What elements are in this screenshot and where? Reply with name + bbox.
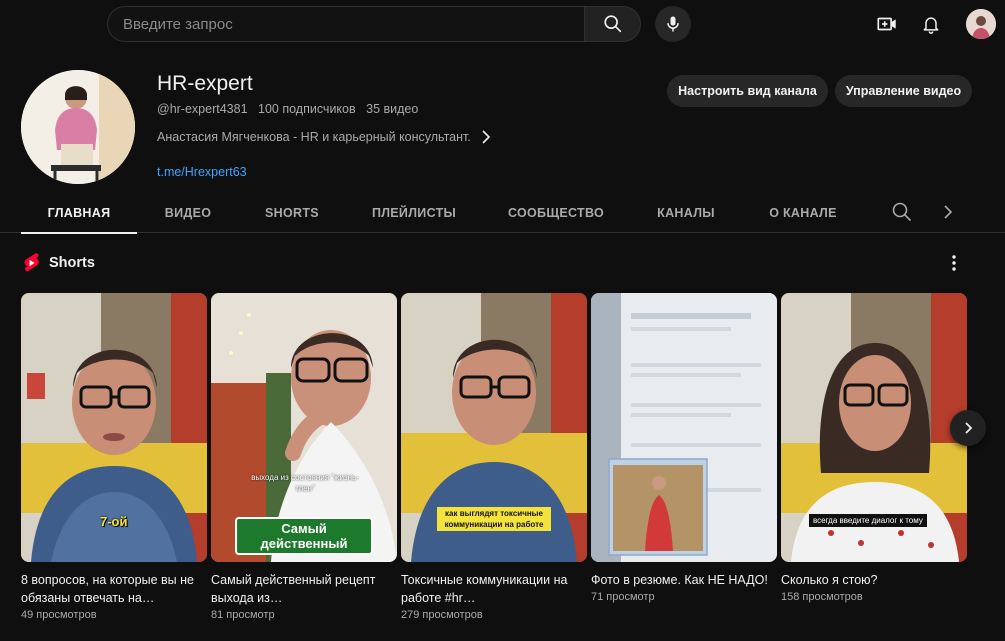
short-thumbnail[interactable]: как выглядят токсичные коммуникации на р…: [401, 293, 587, 562]
channel-search-button[interactable]: [890, 200, 914, 224]
chevron-right-icon: [965, 422, 973, 434]
short-title[interactable]: Сколько я стою?: [781, 571, 963, 589]
short-views: 71 просмотр: [591, 591, 655, 603]
tab-videos[interactable]: ВИДЕО: [150, 193, 226, 233]
tab-community[interactable]: СООБЩЕСТВО: [497, 193, 615, 233]
short-title[interactable]: Самый действенный рецепт выхода из…: [211, 571, 393, 607]
tabs-scroll-right-button[interactable]: [938, 201, 958, 223]
short-views: 49 просмотров: [21, 609, 97, 621]
tab-playlists[interactable]: ПЛЕЙЛИСТЫ: [360, 193, 468, 233]
shorts-logo-icon: [24, 253, 39, 272]
short-card[interactable]: выхода из состояния "жизнь-тлен" Самый д…: [211, 293, 397, 621]
shorts-section-header: Shorts: [22, 252, 95, 274]
tab-shorts[interactable]: SHORTS: [252, 193, 332, 233]
short-overlay-caption: Самый действенный: [235, 517, 373, 555]
search-button[interactable]: [584, 6, 641, 42]
create-icon: [877, 17, 896, 31]
notifications-button[interactable]: [915, 8, 947, 40]
tab-about[interactable]: О КАНАЛЕ: [756, 193, 850, 233]
search-icon: [603, 15, 621, 33]
short-title[interactable]: 8 вопросов, на которые вы не обязаны отв…: [21, 571, 203, 607]
voice-search-button[interactable]: [655, 6, 691, 42]
short-card[interactable]: 7-ой 8 вопросов, на которые вы не обязан…: [21, 293, 207, 621]
short-views: 81 просмотр: [211, 609, 275, 621]
short-title[interactable]: Фото в резюме. Как НЕ НАДО!: [591, 571, 773, 589]
channel-tabs: ГЛАВНАЯ ВИДЕО SHORTS ПЛЕЙЛИСТЫ СООБЩЕСТВ…: [0, 193, 1005, 234]
short-overlay-caption: всегда введите диалог к тому: [809, 514, 927, 527]
tab-channels[interactable]: КАНАЛЫ: [642, 193, 730, 233]
short-card[interactable]: Фото в резюме. Как НЕ НАДО! 71 просмотр: [591, 293, 777, 603]
channel-external-link[interactable]: t.me/Hrexpert63: [157, 165, 247, 179]
short-thumbnail[interactable]: всегда введите диалог к тому: [781, 293, 967, 562]
more-vert-icon: [952, 255, 956, 271]
create-button[interactable]: [871, 8, 903, 40]
channel-meta: @hr-expert4381 100 подписчиков 35 видео: [157, 102, 418, 116]
chevron-right-icon: [944, 205, 953, 219]
tab-home[interactable]: ГЛАВНАЯ: [21, 193, 137, 234]
short-title[interactable]: Токсичные коммуникации на работе #hr…: [401, 571, 583, 607]
shorts-next-button[interactable]: [950, 410, 986, 446]
customize-channel-button[interactable]: Настроить вид канала: [667, 75, 828, 107]
channel-handle: @hr-expert4381: [157, 102, 248, 116]
short-card[interactable]: как выглядят токсичные коммуникации на р…: [401, 293, 587, 621]
short-thumbnail[interactable]: 7-ой: [21, 293, 207, 562]
section-title: Shorts: [49, 255, 95, 271]
search-box: [107, 6, 584, 42]
search-input[interactable]: [123, 7, 563, 41]
channel-title: HR-expert: [157, 72, 253, 95]
short-views: 158 просмотров: [781, 591, 863, 603]
channel-description[interactable]: Анастасия Мягченкова - HR и карьерный ко…: [157, 130, 491, 144]
short-thumbnail[interactable]: выхода из состояния "жизнь-тлен" Самый д…: [211, 293, 397, 562]
bell-icon: [923, 17, 939, 34]
section-more-button[interactable]: [944, 252, 964, 274]
short-overlay-subcaption: выхода из состояния "жизнь-тлен": [251, 473, 359, 493]
chevron-right-icon: [481, 130, 491, 144]
user-avatar[interactable]: [966, 9, 996, 39]
short-views: 279 просмотров: [401, 609, 483, 621]
video-count: 35 видео: [366, 102, 419, 116]
subscriber-count: 100 подписчиков: [258, 102, 356, 116]
channel-description-text: Анастасия Мягченкова - HR и карьерный ко…: [157, 130, 471, 144]
manage-videos-button[interactable]: Управление видео: [835, 75, 972, 107]
short-overlay-caption: 7-ой: [100, 514, 128, 529]
mic-icon: [667, 16, 679, 32]
short-thumbnail[interactable]: [591, 293, 777, 562]
channel-avatar: [21, 70, 135, 184]
short-card[interactable]: всегда введите диалог к тому Сколько я с…: [781, 293, 967, 603]
top-bar: [0, 0, 1005, 48]
search-icon: [892, 202, 911, 221]
short-overlay-caption: как выглядят токсичные коммуникации на р…: [437, 507, 551, 531]
